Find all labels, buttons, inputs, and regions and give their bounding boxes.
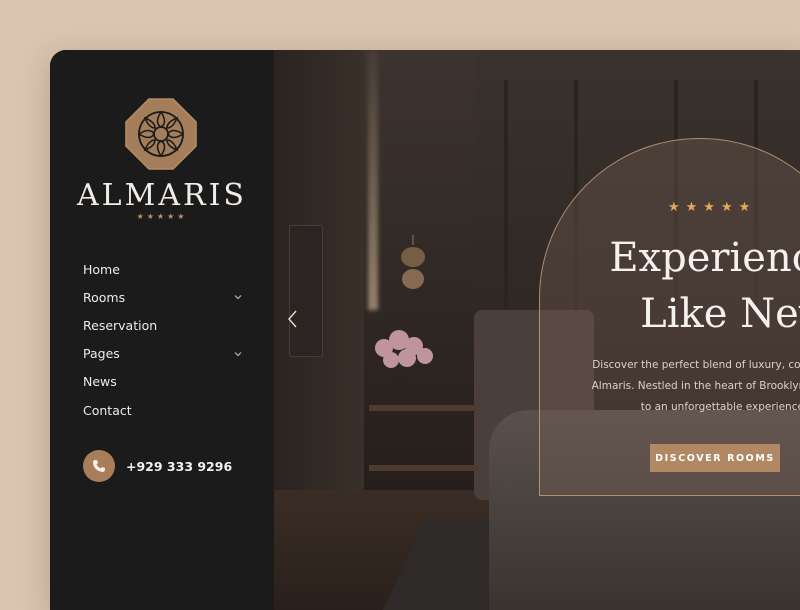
nav-item-label: News xyxy=(83,374,117,390)
hero-shelf xyxy=(369,465,479,471)
nav-item-contact[interactable]: Contact xyxy=(83,396,243,424)
hero-light-strip xyxy=(368,50,378,310)
vase xyxy=(397,375,409,405)
nav-item-pages[interactable]: Pages xyxy=(83,340,243,368)
hero-headline: Experience Hos Like Never Be xyxy=(410,230,800,342)
brand-rating-stars: ★★★★★ xyxy=(136,212,188,221)
hero-headline-line2: Like Never Be xyxy=(640,291,800,337)
nav-item-label: Pages xyxy=(83,346,120,362)
main-nav: Home Rooms Reservation Pages News Contac… xyxy=(83,255,243,424)
hero-description: Discover the perfect blend of luxury, co… xyxy=(544,355,800,418)
hero-rating-stars: ★★★★★ xyxy=(668,200,757,215)
chevron-down-icon[interactable] xyxy=(233,292,243,302)
nav-item-home[interactable]: Home xyxy=(83,255,243,283)
sidebar: ALMARIS ★★★★★ Home Rooms Reservation Pag… xyxy=(50,50,274,610)
chevron-left-icon[interactable] xyxy=(286,308,300,330)
nav-item-news[interactable]: News xyxy=(83,368,243,396)
hero-description-line: Discover the perfect blend of luxury, co… xyxy=(592,359,800,371)
nav-item-rooms[interactable]: Rooms xyxy=(83,283,243,311)
nav-item-reservation[interactable]: Reservation xyxy=(83,311,243,339)
hero-doorframe xyxy=(289,225,323,357)
discover-rooms-button[interactable]: DISCOVER ROOMS xyxy=(650,444,780,472)
phone-icon[interactable] xyxy=(83,450,115,482)
phone-contact[interactable]: +929 333 9296 xyxy=(83,450,232,482)
phone-number[interactable]: +929 333 9296 xyxy=(126,459,232,474)
chevron-down-icon[interactable] xyxy=(233,349,243,359)
nav-item-label: Home xyxy=(83,261,120,277)
nav-item-label: Rooms xyxy=(83,289,126,305)
hero-description-line: to an unforgettable experience. xyxy=(640,401,800,413)
page-frame: ALMARIS ★★★★★ Home Rooms Reservation Pag… xyxy=(50,50,800,610)
nav-item-label: Reservation xyxy=(83,317,158,333)
hero-description-line: Almaris. Nestled in the heart of Brookly… xyxy=(591,380,800,392)
brand-name[interactable]: ALMARIS xyxy=(50,178,274,213)
hero-headline-line1: Experience Hos xyxy=(609,235,800,281)
hero-shelf xyxy=(369,405,479,411)
ornament-icon xyxy=(125,98,197,170)
nav-item-label: Contact xyxy=(83,402,132,418)
hero-section: ★★★★★ Experience Hos Like Never Be Disco… xyxy=(274,50,800,610)
